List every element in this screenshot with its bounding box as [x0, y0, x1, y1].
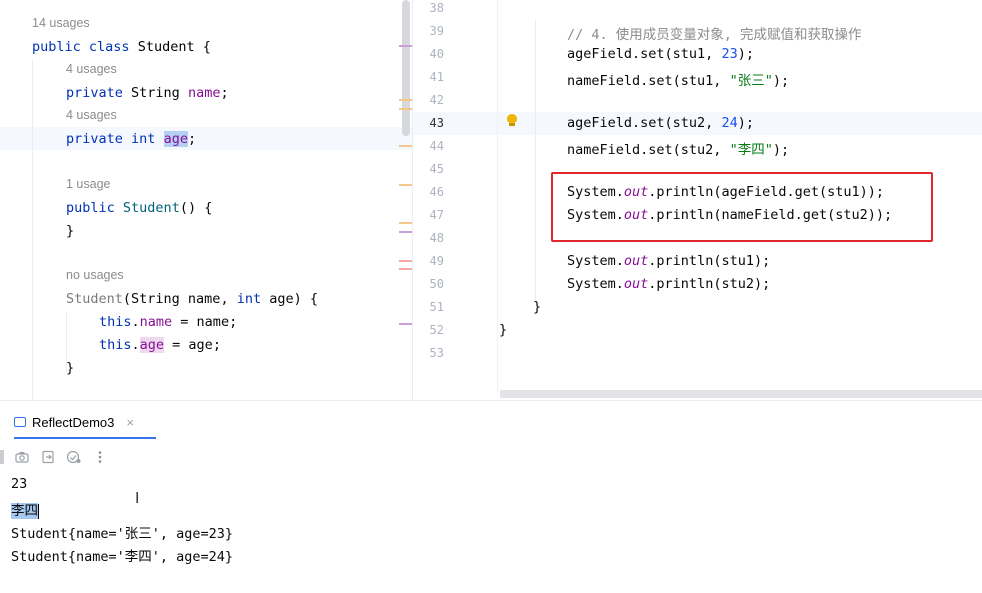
console-line: Student{name='李四', age=24}	[11, 549, 234, 565]
line-number: 50	[429, 277, 444, 291]
console-line: Student{name='张三', age=23}	[11, 526, 234, 542]
editor-splitter[interactable]	[412, 0, 413, 400]
line-number: 52	[429, 323, 444, 337]
field-name-declaration: private String name;	[66, 85, 229, 101]
run-toolbar	[0, 446, 108, 468]
more-icon[interactable]	[92, 449, 108, 465]
restore-layout-icon[interactable]	[40, 449, 56, 465]
run-tab-label: ReflectDemo3	[32, 414, 115, 430]
clear-icon[interactable]	[66, 449, 82, 465]
mouse-cursor-icon: I	[135, 489, 140, 507]
highlight-box	[551, 172, 933, 242]
usages-hint[interactable]: 1 usage	[66, 177, 110, 191]
console-icon	[14, 417, 26, 427]
error-stripe-marker	[399, 268, 412, 270]
code-comment: // 4. 使用成员变量对象, 完成赋值和获取操作	[567, 27, 862, 43]
line-number: 44	[429, 139, 444, 153]
line-number: 41	[429, 70, 444, 84]
code-line: System.out.println(stu2);	[567, 276, 771, 292]
vertical-scrollbar[interactable]	[402, 0, 410, 136]
error-stripe-marker	[399, 184, 412, 186]
closing-brace: }	[499, 322, 508, 338]
class-declaration: public class Student {	[32, 39, 211, 55]
line-number: 40	[429, 47, 444, 61]
selected-identifier: age	[163, 131, 188, 147]
code-line: System.out.println(stu1);	[567, 253, 771, 269]
constructor-params: Student(String name, int age) {	[66, 291, 318, 307]
line-number: 49	[429, 254, 444, 268]
line-number: 51	[429, 300, 444, 314]
line-number: 38	[429, 1, 444, 15]
assign-name: this.name = name;	[99, 314, 238, 330]
line-number: 42	[429, 93, 444, 107]
error-stripe-marker	[399, 145, 412, 147]
current-line-left	[0, 127, 412, 150]
code-line: nameField.set(stu1, "张三");	[567, 73, 790, 89]
usages-hint[interactable]: 14 usages	[32, 16, 90, 30]
line-number: 39	[429, 24, 444, 38]
code-line: nameField.set(stu2, "李四");	[567, 142, 790, 158]
error-stripe-marker	[399, 231, 412, 233]
error-stripe-marker	[399, 222, 412, 224]
assign-age: this.age = age;	[99, 337, 221, 353]
active-tab-indicator	[14, 437, 156, 439]
lightbulb-icon[interactable]	[507, 114, 517, 126]
indent-guide	[32, 60, 33, 400]
error-stripe-marker	[399, 108, 412, 110]
horizontal-scrollbar[interactable]	[500, 390, 982, 398]
stop-icon[interactable]	[0, 450, 4, 464]
closing-brace: }	[66, 360, 75, 376]
error-stripe-marker	[399, 260, 412, 262]
error-stripe-marker	[399, 99, 412, 101]
indent-guide	[535, 20, 536, 300]
console-line-selected[interactable]: 李四	[11, 499, 39, 519]
usages-hint[interactable]: no usages	[66, 268, 124, 282]
closing-brace: }	[533, 299, 542, 315]
error-stripe-marker	[399, 323, 412, 325]
usages-hint[interactable]: 4 usages	[66, 108, 117, 122]
line-number: 53	[429, 346, 444, 360]
line-number: 43	[429, 116, 444, 130]
line-number: 45	[429, 162, 444, 176]
code-line: ageField.set(stu1, 23);	[567, 46, 754, 62]
error-stripe-marker	[399, 45, 412, 47]
line-number: 48	[429, 231, 444, 245]
run-tab[interactable]: ReflectDemo3 ×	[14, 405, 134, 439]
constructor-default: public Student() {	[66, 200, 213, 216]
text-caret	[38, 503, 39, 519]
line-number: 47	[429, 208, 444, 222]
code-line: ageField.set(stu2, 24);	[567, 115, 754, 131]
gutter-separator	[497, 0, 498, 392]
closing-brace: }	[66, 223, 75, 239]
console-line: 23	[11, 476, 28, 492]
camera-icon[interactable]	[14, 449, 30, 465]
field-age-declaration: private int age;	[66, 131, 197, 147]
usages-hint[interactable]: 4 usages	[66, 62, 117, 76]
line-number: 46	[429, 185, 444, 199]
close-icon[interactable]: ×	[126, 415, 134, 430]
